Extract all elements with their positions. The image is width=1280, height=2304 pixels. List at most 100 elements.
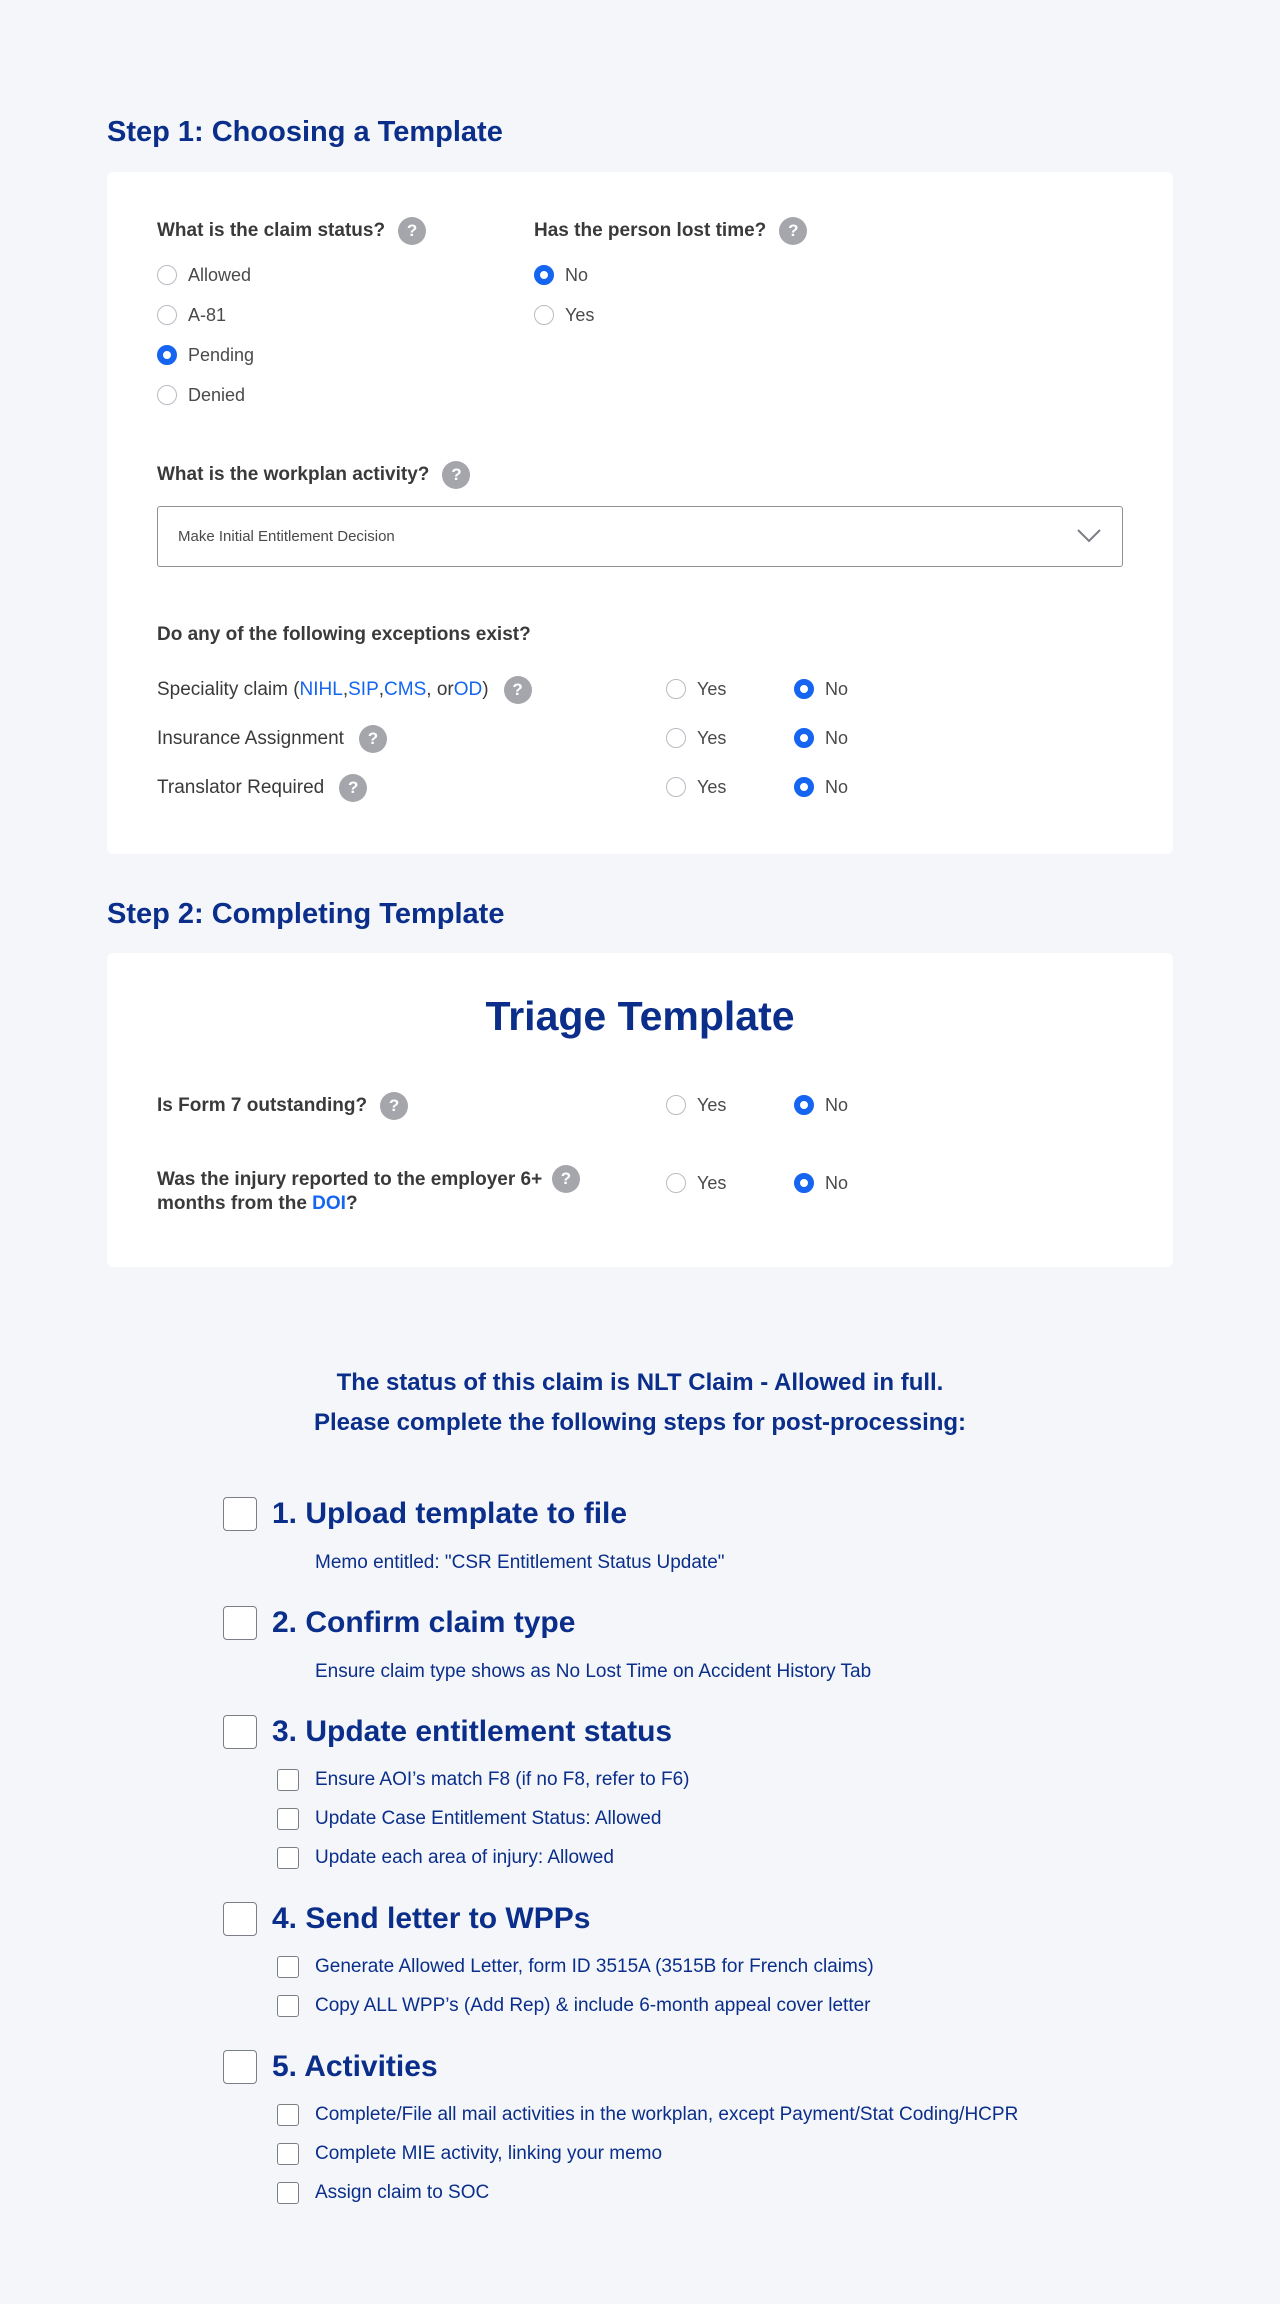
post-step-title: 2. Confirm claim type — [272, 1606, 576, 1639]
step1-heading: Step 1: Choosing a Template — [107, 116, 503, 148]
option-label: Yes — [697, 1094, 727, 1115]
radio-selected-icon[interactable] — [794, 1095, 814, 1115]
radio-icon[interactable] — [157, 265, 177, 285]
sub-task-item[interactable]: Generate Allowed Letter, form ID 3515A (… — [277, 1955, 874, 1979]
translator-required-text: Translator Required — [157, 777, 325, 798]
sub-task-checkbox[interactable] — [277, 2104, 299, 2126]
option-label: No — [825, 1172, 849, 1193]
sub-task-checkbox[interactable] — [277, 1847, 299, 1869]
sub-task-checkbox[interactable] — [277, 2182, 299, 2204]
form7-yes[interactable]: Yes — [666, 1093, 726, 1117]
injury-yes[interactable]: Yes — [666, 1171, 726, 1195]
step3-checkbox[interactable] — [223, 1715, 257, 1749]
help-icon[interactable]: ? — [442, 461, 471, 489]
step2-checkbox[interactable] — [223, 1606, 257, 1640]
nihl-link[interactable]: NIHL — [300, 679, 343, 701]
sub-task-label: Ensure AOI’s match F8 (if no F8, refer t… — [315, 1769, 690, 1790]
translator-no[interactable]: No — [794, 775, 848, 799]
insurance-no[interactable]: No — [794, 726, 848, 750]
help-icon[interactable]: ? — [398, 217, 427, 245]
radio-selected-icon[interactable] — [794, 777, 814, 797]
speciality-yes[interactable]: Yes — [666, 677, 726, 701]
step5-checkbox[interactable] — [223, 2050, 257, 2084]
claim-status-option-a81[interactable]: A-81 — [157, 303, 226, 327]
radio-icon[interactable] — [157, 385, 177, 405]
sub-task-item[interactable]: Update Case Entitlement Status: Allowed — [277, 1807, 661, 1831]
radio-icon[interactable] — [534, 305, 554, 325]
step2-heading: Step 2: Completing Template — [107, 898, 505, 930]
radio-selected-icon[interactable] — [534, 265, 554, 285]
option-label: Yes — [565, 304, 595, 325]
sip-link[interactable]: SIP — [348, 679, 379, 701]
step2-card: Triage Template Is Form 7 outstanding? ?… — [107, 953, 1173, 1267]
help-icon[interactable]: ? — [552, 1165, 580, 1193]
workplan-question-text: What is the workplan activity? — [157, 464, 430, 485]
sub-task-item[interactable]: Copy ALL WPP’s (Add Rep) & include 6-mon… — [277, 1994, 871, 2018]
injury-question-suffix: ? — [345, 1193, 358, 1214]
sub-task-checkbox[interactable] — [277, 1995, 299, 2017]
form7-question: Is Form 7 outstanding? ? — [157, 1092, 409, 1120]
step1-card: What is the claim status? ? Allowed A-81… — [107, 172, 1173, 854]
sub-task-item[interactable]: Update each area of injury: Allowed — [277, 1846, 614, 1870]
speciality-no[interactable]: No — [794, 677, 848, 701]
lost-time-option-yes[interactable]: Yes — [534, 303, 594, 327]
radio-icon[interactable] — [666, 1173, 686, 1193]
sub-task-item[interactable]: Complete/File all mail activities in the… — [277, 2103, 1018, 2127]
sub-task-checkbox[interactable] — [277, 1808, 299, 1830]
radio-selected-icon[interactable] — [794, 728, 814, 748]
injury-question: Was the injury reported to the employer … — [157, 1165, 580, 1216]
post-step-title: 4. Send letter to WPPs — [272, 1902, 591, 1935]
claim-status-option-allowed[interactable]: Allowed — [157, 263, 251, 287]
sub-task-checkbox[interactable] — [277, 1956, 299, 1978]
sub-task-label: Copy ALL WPP’s (Add Rep) & include 6-mon… — [315, 1995, 871, 2016]
post-step-note: Memo entitled: "CSR Entitlement Status U… — [315, 1552, 725, 1573]
separator: , or — [426, 679, 454, 700]
speciality-suffix: ) — [482, 679, 489, 700]
step1-checkbox[interactable] — [223, 1497, 257, 1531]
doi-link[interactable]: DOI — [312, 1193, 346, 1214]
sub-task-item[interactable]: Complete MIE activity, linking your memo — [277, 2142, 662, 2166]
lost-time-option-no[interactable]: No — [534, 263, 588, 287]
option-label: Yes — [697, 1172, 727, 1193]
sub-task-item[interactable]: Ensure AOI’s match F8 (if no F8, refer t… — [277, 1768, 690, 1792]
radio-icon[interactable] — [666, 728, 686, 748]
chevron-down-icon — [1077, 529, 1101, 543]
radio-icon[interactable] — [666, 777, 686, 797]
radio-selected-icon[interactable] — [157, 345, 177, 365]
step4-checkbox[interactable] — [223, 1902, 257, 1936]
help-icon[interactable]: ? — [339, 774, 368, 802]
sub-task-checkbox[interactable] — [277, 2143, 299, 2165]
option-label: Allowed — [188, 264, 252, 285]
post-step-title: 1. Upload template to file — [272, 1497, 628, 1530]
claim-status-option-pending[interactable]: Pending — [157, 343, 254, 367]
workplan-question: What is the workplan activity? ? — [157, 461, 471, 489]
radio-icon[interactable] — [666, 1095, 686, 1115]
injury-no[interactable]: No — [794, 1171, 848, 1195]
radio-selected-icon[interactable] — [794, 679, 814, 699]
help-icon[interactable]: ? — [358, 725, 387, 753]
sub-task-item[interactable]: Assign claim to SOC — [277, 2181, 489, 2205]
form7-question-text: Is Form 7 outstanding? — [157, 1095, 368, 1116]
translator-yes[interactable]: Yes — [666, 775, 726, 799]
sub-task-label: Complete MIE activity, linking your memo — [315, 2143, 663, 2164]
form7-no[interactable]: No — [794, 1093, 848, 1117]
injury-question-prefix: months from the — [157, 1193, 313, 1214]
workplan-select[interactable]: Make Initial Entitlement Decision — [157, 506, 1123, 567]
insurance-assignment-text: Insurance Assignment — [157, 728, 344, 749]
exceptions-question: Do any of the following exceptions exist… — [157, 623, 531, 647]
help-icon[interactable]: ? — [779, 217, 808, 245]
cms-link[interactable]: CMS — [384, 679, 426, 701]
insurance-yes[interactable]: Yes — [666, 726, 726, 750]
insurance-assignment-label: Insurance Assignment ? — [157, 724, 387, 754]
sub-task-checkbox[interactable] — [277, 1769, 299, 1791]
radio-icon[interactable] — [666, 679, 686, 699]
claim-status-option-denied[interactable]: Denied — [157, 383, 245, 407]
triage-title: Triage Template — [485, 993, 795, 1039]
help-icon[interactable]: ? — [503, 676, 532, 704]
lost-time-question-text: Has the person lost time? — [534, 220, 767, 241]
radio-icon[interactable] — [157, 305, 177, 325]
radio-selected-icon[interactable] — [794, 1173, 814, 1193]
help-icon[interactable]: ? — [380, 1092, 409, 1120]
od-link[interactable]: OD — [454, 679, 483, 701]
option-label: No — [565, 264, 589, 285]
